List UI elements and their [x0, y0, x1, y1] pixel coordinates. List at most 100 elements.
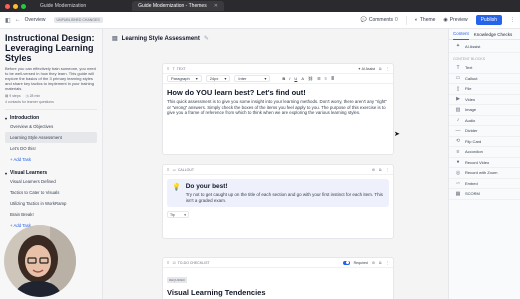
block-heading[interactable]: How do YOU learn best? Let's find out! [163, 84, 393, 99]
content-block-label: Video [465, 96, 476, 102]
task-item[interactable]: Visual Learners Defined [5, 176, 97, 187]
record-video-icon: ● [456, 159, 460, 166]
formatting-toolbar: Paragraph ▾ 24px ▾ Inter ▾ B I U A ⛓ ☰ ≡ ≣ [163, 74, 393, 84]
callout-variant-select[interactable]: Tip ▾ [167, 211, 189, 218]
palette-icon: ◐ [414, 17, 418, 23]
comments-button[interactable]: 💬 Comments 0 [361, 17, 398, 23]
back-arrow-icon[interactable]: ← [15, 17, 21, 23]
content-block-item[interactable]: ◎ Record with Zoom [449, 168, 520, 179]
duplicate-icon[interactable]: ⧉ [379, 168, 382, 172]
window-controls [5, 3, 26, 9]
close-tab-icon[interactable]: ✕ [214, 3, 218, 9]
block-header: ⠿ ☑ TO-DO CHECKLIST Required ⚙ ⧉ ⋮ [163, 258, 393, 268]
tab-content[interactable]: Content [453, 28, 469, 40]
tab-knowledge-checks[interactable]: Knowledge Checks [474, 29, 513, 40]
settings-icon[interactable]: ⚙ [372, 261, 375, 265]
task-item[interactable]: Overview & Objectives [5, 121, 97, 132]
content-block-label: Callout [465, 75, 478, 81]
ai-assist-item[interactable]: ✦ AI Assist [449, 40, 520, 53]
comments-label: Comments [368, 17, 394, 23]
content-block-item[interactable]: ▨ Image [449, 105, 520, 116]
task-item[interactable]: Brain Break! [5, 209, 97, 220]
content-block-item[interactable]: T Text [449, 63, 520, 74]
content-block-item[interactable]: ● Record Video [449, 158, 520, 168]
link-icon[interactable]: ⛓ [308, 76, 313, 81]
bold-button[interactable]: B [282, 76, 285, 81]
content-block-item[interactable]: ▭ Callout [449, 74, 520, 84]
drag-handle-icon[interactable]: ⠿ [167, 67, 170, 71]
theme-button[interactable]: ◐ Theme [415, 17, 436, 23]
text-color-icon[interactable]: A [301, 76, 304, 81]
preview-button[interactable]: ◉ Preview [443, 17, 467, 23]
paragraph-style-select[interactable]: Paragraph ▾ [167, 75, 202, 82]
content-block-item[interactable]: ▶ Video [449, 95, 520, 105]
contacts-link[interactable]: 4 contacts for learner questions [5, 100, 97, 104]
content-block-item[interactable]: — Divider [449, 126, 520, 137]
list-icon[interactable]: ☰ [317, 76, 321, 81]
content-block-item[interactable]: ≡ Accordion [449, 147, 520, 158]
callout-icon: ▭ [172, 167, 176, 172]
task-item[interactable]: Tactics to Cater to Visuals [5, 187, 97, 198]
font-family-select[interactable]: Inter ▾ [234, 75, 271, 82]
callout-body[interactable]: 💡 Do your best! Try not to get caught up… [167, 179, 389, 207]
more-options-icon[interactable]: ⋮ [386, 261, 390, 265]
text-icon: T [456, 64, 460, 71]
task-item[interactable]: Let's DO this! [5, 143, 97, 154]
size-value: 24px [209, 76, 219, 81]
duplicate-icon[interactable]: ⧉ [379, 261, 382, 265]
settings-icon[interactable]: ⚙ [372, 168, 375, 172]
drag-handle-icon[interactable]: ⠿ [167, 261, 170, 265]
maximize-window-button[interactable] [21, 3, 26, 9]
edit-pencil-icon[interactable]: ✎ [204, 35, 209, 42]
underline-button[interactable]: U [294, 76, 297, 81]
toolbar-divider [405, 15, 407, 25]
required-toggle[interactable] [342, 260, 350, 265]
content-block-item[interactable]: </> Embed [449, 179, 520, 189]
collapse-sidebar-icon[interactable]: ◧ [5, 17, 11, 24]
steps-label: 9 steps [9, 94, 21, 98]
variant-value: Tip [170, 212, 175, 217]
block-type-label: TO-DO CHECKLIST [177, 260, 210, 265]
divider-icon: — [455, 127, 461, 134]
image-icon: ▨ [455, 106, 461, 113]
ai-assist-button[interactable]: ✦ AI Assist [358, 67, 375, 71]
comment-icon: 💬 [360, 17, 367, 23]
steps-count: ▤ 9 steps [5, 94, 21, 98]
block-body[interactable]: This quick assessment is to give you som… [163, 99, 393, 120]
font-size-select[interactable]: 24px ▾ [205, 75, 231, 82]
more-options-icon[interactable]: ⋮ [386, 168, 390, 172]
content-block-item[interactable]: ▦ SCORM [449, 189, 520, 200]
close-window-button[interactable] [5, 3, 10, 9]
callout-block[interactable]: ⠿ ▭ CALLOUT ⚙ ⧉ ⋮ 💡 Do your best! Try no… [162, 164, 394, 239]
text-block[interactable]: ⠿ T TEXT ✦ AI Assist ⧉ ⋮ Paragraph ▾ 24px… [162, 63, 394, 155]
callout-icon: ▭ [455, 75, 461, 82]
theme-label: Theme [419, 17, 436, 23]
minimize-window-button[interactable] [13, 3, 18, 9]
checklist-block[interactable]: ⠿ ☑ TO-DO CHECKLIST Required ⚙ ⧉ ⋮ REQUI… [162, 257, 394, 299]
align-icon[interactable]: ≣ [331, 76, 334, 81]
drag-handle-icon[interactable]: ⠿ [167, 168, 170, 172]
block-type-label: TEXT [176, 66, 186, 71]
publish-button[interactable]: Publish [475, 15, 502, 25]
content-block-item[interactable]: ⟲ Flip Card [449, 137, 520, 147]
task-item-active[interactable]: Learning Style Assessment [5, 132, 97, 143]
numbered-list-icon[interactable]: ≡ [325, 76, 327, 81]
content-block-item[interactable]: ▯ File [449, 84, 520, 95]
browser-tab-1[interactable]: Guide Modernization [34, 1, 92, 11]
required-pill: REQUIRED [167, 277, 187, 283]
task-item[interactable]: Utilizing Tactics in WorkRamp [5, 198, 97, 209]
overview-link[interactable]: Overview [25, 17, 46, 23]
add-task-button[interactable]: + Add Task [5, 154, 97, 165]
checklist-heading[interactable]: Visual Learning Tendencies [163, 286, 393, 299]
content-block-list: T Text ▭ Callout ▯ File ▶ Video ▨ Image ♪ Audio — Div… [449, 63, 520, 200]
sidebar-divider [5, 109, 97, 110]
content-block-label: File [465, 86, 472, 92]
content-block-label: Text [465, 65, 473, 71]
content-block-item[interactable]: ♪ Audio [449, 116, 520, 126]
duplicate-icon[interactable]: ⧉ [379, 67, 382, 71]
italic-button[interactable]: I [289, 76, 290, 81]
more-options-icon[interactable]: ⋮ [386, 67, 390, 71]
content-block-label: Divider [465, 128, 478, 134]
browser-tab-2[interactable]: Guide Modernization - Themes ✕ [132, 1, 224, 11]
more-options-icon[interactable]: ⋮ [510, 17, 515, 23]
